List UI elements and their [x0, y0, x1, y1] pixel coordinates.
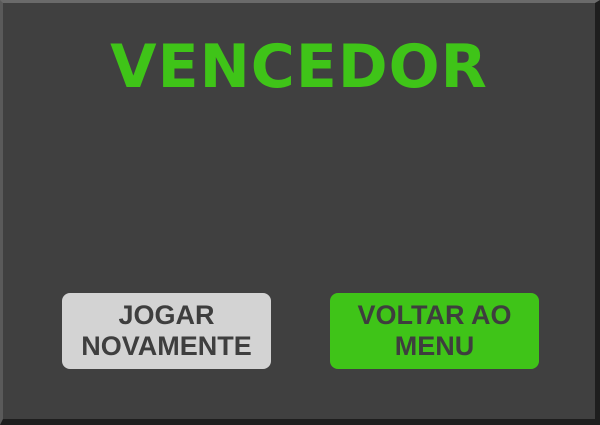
play-again-button[interactable]: JOGAR NOVAMENTE — [62, 293, 271, 369]
game-over-panel: VENCEDOR JOGAR NOVAMENTE VOLTAR AO MENU — [0, 0, 600, 425]
play-again-label: JOGAR NOVAMENTE — [81, 300, 252, 361]
back-to-menu-button[interactable]: VOLTAR AO MENU — [330, 293, 539, 369]
winner-title: VENCEDOR — [110, 32, 488, 102]
back-to-menu-label: VOLTAR AO MENU — [357, 300, 512, 361]
